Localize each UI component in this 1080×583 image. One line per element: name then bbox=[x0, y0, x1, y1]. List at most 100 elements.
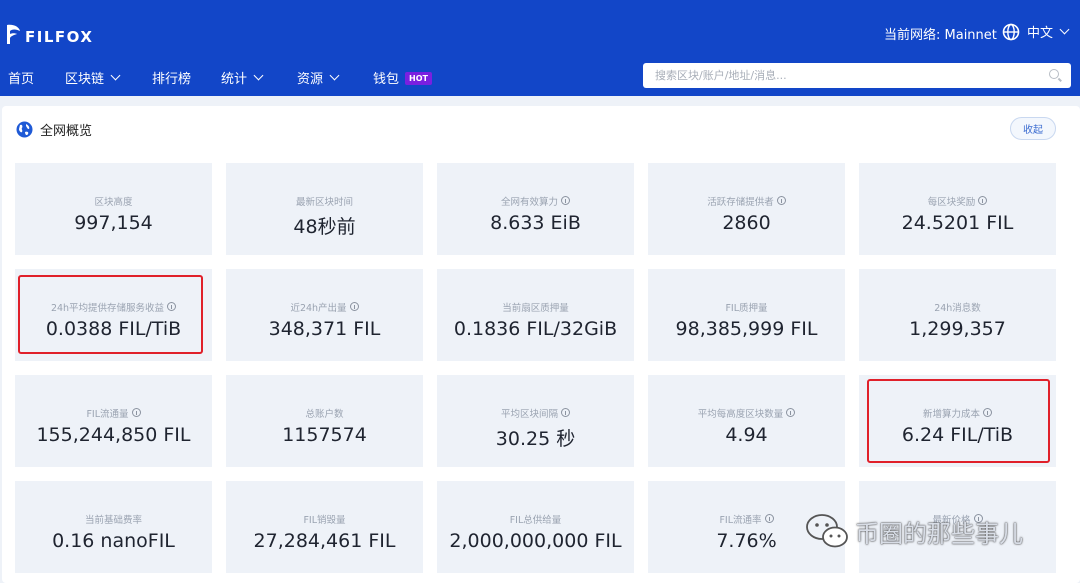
nav-home[interactable]: 首页 bbox=[8, 68, 34, 87]
info-icon[interactable] bbox=[349, 302, 359, 311]
stat-label-text: FIL流通量 bbox=[86, 408, 129, 420]
wechat-icon bbox=[806, 514, 848, 548]
stat-value: 155,244,850 FIL bbox=[36, 424, 191, 446]
stat-value: 2860 bbox=[722, 212, 771, 234]
stat-label-text: 全网有效算力 bbox=[500, 196, 558, 208]
info-icon[interactable] bbox=[131, 408, 141, 417]
stat-card: 24h消息数 1,299,357 bbox=[859, 269, 1056, 361]
stat-value: 4.94 bbox=[725, 424, 768, 446]
hot-badge: HOT bbox=[405, 71, 432, 85]
nav-label: 钱包 bbox=[373, 72, 400, 87]
highlight-box bbox=[18, 275, 203, 354]
panel-title: 全网概览 bbox=[40, 124, 93, 139]
stat-value: 1,299,357 bbox=[909, 318, 1006, 340]
top-header: FILFOX 当前网络: Mainnet 中文 首页 区块链 排行榜 统计 资源… bbox=[0, 0, 1080, 96]
info-icon[interactable] bbox=[764, 514, 774, 523]
stat-value: 48秒前 bbox=[293, 216, 356, 238]
stat-value: 0.1836 FIL/32GiB bbox=[453, 318, 618, 340]
stat-label: 当前基础费率 bbox=[15, 512, 212, 526]
chevron-down-icon bbox=[1059, 24, 1070, 35]
stat-label-text: 当前基础费率 bbox=[84, 514, 142, 526]
stat-value: 0.16 nanoFIL bbox=[52, 530, 175, 552]
stat-label: 区块高度 bbox=[15, 194, 212, 208]
highlight-box bbox=[867, 379, 1050, 463]
stat-label-text: 平均区块间隔 bbox=[500, 408, 558, 420]
stat-card: FIL质押量 98,385,999 FIL bbox=[648, 269, 845, 361]
logo-text: FILFOX bbox=[25, 28, 94, 46]
stat-label-text: 近24h产出量 bbox=[290, 302, 347, 314]
stat-label: 最新区块时间 bbox=[226, 194, 423, 208]
stat-value: 1157574 bbox=[282, 424, 367, 446]
stat-label-text: 每区块奖励 bbox=[927, 196, 976, 208]
stat-label-text: FIL质押量 bbox=[725, 302, 768, 314]
info-icon[interactable] bbox=[561, 408, 570, 417]
network-indicator[interactable]: 当前网络: Mainnet bbox=[884, 24, 997, 43]
nav-blockchain[interactable]: 区块链 bbox=[65, 68, 121, 87]
nav-wallet[interactable]: 钱包 HOT bbox=[373, 68, 432, 87]
stat-label-text: FIL总供给量 bbox=[509, 514, 562, 526]
stat-card: FIL流通量 155,244,850 FIL bbox=[15, 375, 212, 467]
nav-label: 排行榜 bbox=[152, 72, 192, 87]
stat-label: 活跃存储提供者 bbox=[648, 194, 845, 208]
stat-value: 8.633 EiB bbox=[490, 212, 581, 234]
stat-label: 平均区块间隔 bbox=[437, 406, 634, 420]
watermark-text: 币圈的那些事儿 bbox=[855, 519, 1023, 548]
collapse-button[interactable]: 收起 bbox=[1010, 117, 1056, 140]
search-icon[interactable] bbox=[1049, 69, 1059, 79]
nav-rankings[interactable]: 排行榜 bbox=[152, 68, 191, 87]
stat-label: FIL质押量 bbox=[648, 300, 845, 314]
info-icon[interactable] bbox=[776, 196, 786, 205]
stat-label-text: 总账户数 bbox=[305, 408, 344, 420]
stat-card: 当前基础费率 0.16 nanoFIL bbox=[15, 481, 212, 573]
nav-statistics[interactable]: 统计 bbox=[221, 68, 264, 87]
language-label: 中文 bbox=[1027, 26, 1054, 41]
nav-label: 区块链 bbox=[65, 72, 105, 87]
stat-label-text: 当前扇区质押量 bbox=[502, 302, 569, 314]
stat-label: FIL总供给量 bbox=[437, 512, 634, 526]
globe-icon bbox=[1002, 23, 1020, 40]
filfox-logo[interactable]: FILFOX bbox=[4, 22, 93, 46]
watermark: 币圈的那些事儿 bbox=[805, 513, 1023, 549]
search-box[interactable] bbox=[643, 63, 1071, 88]
stat-label: 平均每高度区块数量 bbox=[648, 406, 845, 420]
nav-label: 首页 bbox=[8, 72, 35, 87]
stat-value: 98,385,999 FIL bbox=[675, 318, 818, 340]
stat-card: FIL总供给量 2,000,000,000 FIL bbox=[437, 481, 634, 573]
network-overview-panel: 全网概览 收起 区块高度 997,154 最新区块时间 48秒前 全网有效算力 8.633… bbox=[2, 106, 1080, 583]
info-icon[interactable] bbox=[786, 408, 796, 417]
stat-card: 平均区块间隔 30.25 秒 bbox=[437, 375, 634, 467]
stat-card: 每区块奖励 24.5201 FIL bbox=[859, 163, 1056, 255]
stat-label-text: 24h消息数 bbox=[934, 302, 981, 314]
nav-resources[interactable]: 资源 bbox=[297, 68, 340, 87]
language-selector[interactable]: 中文 bbox=[1002, 22, 1070, 41]
stat-label: FIL流通量 bbox=[15, 406, 212, 420]
stat-label: 总账户数 bbox=[226, 406, 423, 420]
stat-value: 24.5201 FIL bbox=[901, 212, 1014, 234]
stat-card: 活跃存储提供者 2860 bbox=[648, 163, 845, 255]
stat-card: 总账户数 1157574 bbox=[226, 375, 423, 467]
stat-value: 30.25 秒 bbox=[495, 428, 576, 450]
stat-label: 当前扇区质押量 bbox=[437, 300, 634, 314]
info-icon[interactable] bbox=[978, 196, 988, 205]
nav-label: 统计 bbox=[221, 72, 248, 87]
stat-label: 全网有效算力 bbox=[437, 194, 634, 208]
stat-card: FIL销毁量 27,284,461 FIL bbox=[226, 481, 423, 573]
stat-card: 当前扇区质押量 0.1836 FIL/32GiB bbox=[437, 269, 634, 361]
nav-label: 资源 bbox=[297, 72, 324, 87]
search-input[interactable] bbox=[643, 63, 1033, 88]
stat-card: 区块高度 997,154 bbox=[15, 163, 212, 255]
stat-card: 近24h产出量 348,371 FIL bbox=[226, 269, 423, 361]
stat-value: 2,000,000,000 FIL bbox=[449, 530, 622, 552]
stat-label-text: FIL销毁量 bbox=[303, 514, 346, 526]
panel-header: 全网概览 bbox=[16, 120, 92, 139]
stat-label: FIL销毁量 bbox=[226, 512, 423, 526]
stat-label: 每区块奖励 bbox=[859, 194, 1056, 208]
stat-value: 997,154 bbox=[74, 212, 153, 234]
chevron-down-icon bbox=[253, 70, 264, 81]
stat-card: 全网有效算力 8.633 EiB bbox=[437, 163, 634, 255]
info-icon[interactable] bbox=[561, 196, 570, 205]
stat-label-text: 活跃存储提供者 bbox=[707, 196, 774, 208]
stat-label-text: 最新区块时间 bbox=[295, 196, 353, 208]
chevron-down-icon bbox=[110, 70, 121, 81]
stat-value: 348,371 FIL bbox=[268, 318, 381, 340]
